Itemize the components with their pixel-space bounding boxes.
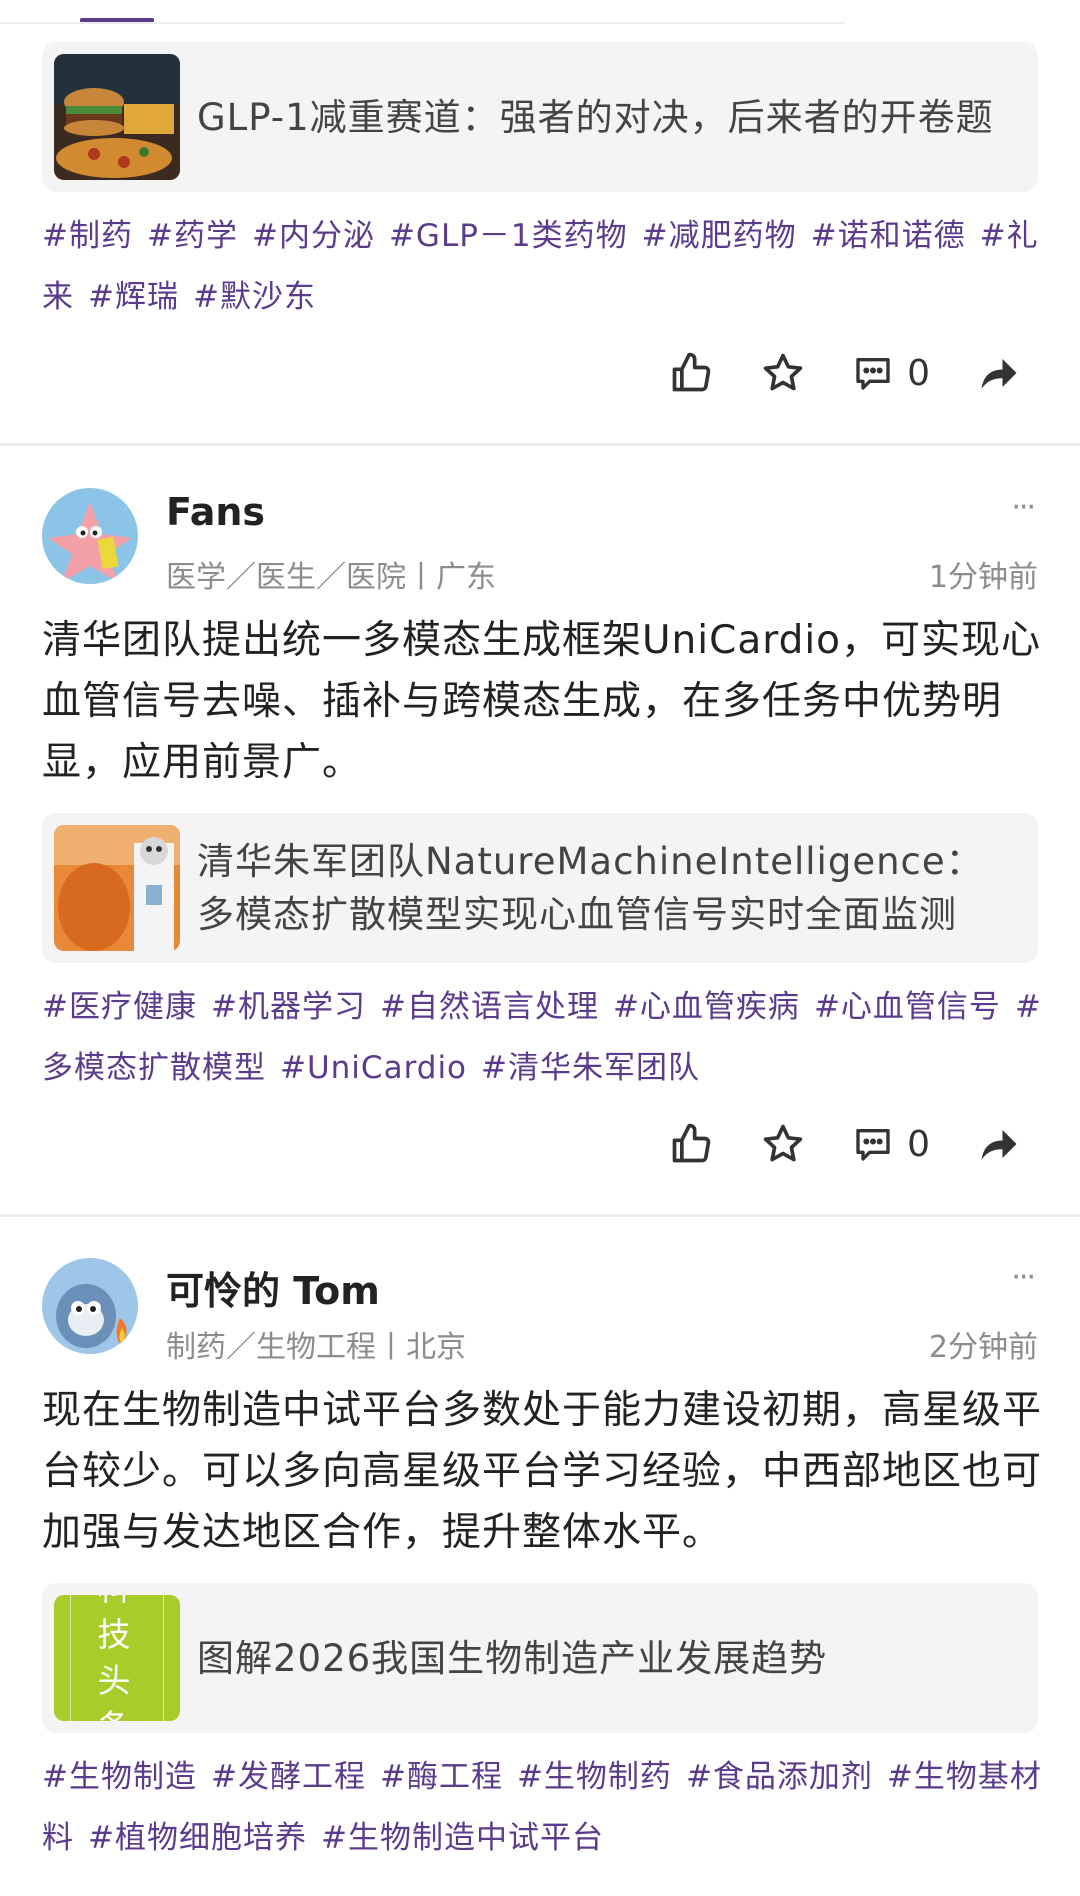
- tag[interactable]: #诺和诺德: [811, 218, 966, 254]
- tag[interactable]: #自然语言处理: [380, 989, 599, 1025]
- share-button[interactable]: [978, 352, 1020, 394]
- tag[interactable]: #生物制药: [517, 1759, 672, 1795]
- tag[interactable]: #生物制造: [42, 1759, 197, 1795]
- comment-count: 0: [907, 352, 930, 394]
- thumbs-up-icon: [672, 1123, 711, 1163]
- tag[interactable]: #心血管疾病: [613, 989, 800, 1025]
- tag[interactable]: #辉瑞: [88, 279, 179, 315]
- tag[interactable]: #减肥药物: [642, 218, 797, 254]
- more-options-icon[interactable]: ···: [1011, 1260, 1036, 1295]
- share-icon: [981, 359, 1017, 389]
- post-divider: [0, 1214, 1080, 1217]
- tag[interactable]: #内分泌: [252, 218, 375, 254]
- tag-list: #生物制造 #发酵工程 #酶工程 #生物制药 #食品添加剂 #生物基材料 #植物细胞培养 #生…: [42, 1747, 1042, 1869]
- comment-button[interactable]: 0: [853, 353, 930, 394]
- article-thumbnail: [54, 825, 180, 951]
- tag-list: #制药 #药学 #内分泌 #GLP－1类药物 #减肥药物 #诺和诺德 #礼来 #辉瑞 #默沙东: [42, 206, 1042, 328]
- post-actions: 0: [621, 343, 1020, 403]
- tag[interactable]: #药学: [147, 218, 238, 254]
- like-button[interactable]: [669, 1122, 713, 1166]
- tag[interactable]: #机器学习: [211, 989, 366, 1025]
- comment-icon: [856, 1129, 890, 1161]
- thumbnail-logo-text: 科 技 头 条: [70, 1595, 164, 1721]
- article-title: 清华朱军团队NatureMachineIntelligence：多模态扩散模型实…: [197, 840, 984, 936]
- tab-bar-divider: [0, 22, 845, 24]
- tag[interactable]: #生物制造中试平台: [321, 1820, 604, 1856]
- tag[interactable]: #清华朱军团队: [481, 1050, 700, 1086]
- author-meta: 制药／生物工程丨北京: [166, 1330, 466, 1365]
- author-meta: 医学／医生／医院丨广东: [166, 560, 496, 595]
- tag[interactable]: #UniCardio: [280, 1050, 467, 1086]
- share-icon: [981, 1130, 1017, 1160]
- tag[interactable]: #心血管信号: [814, 989, 1001, 1025]
- thumbs-up-icon: [672, 352, 711, 392]
- post-divider: [0, 443, 1080, 446]
- comment-count: 0: [907, 1123, 930, 1165]
- author-name[interactable]: 可怜的 Tom: [166, 1260, 380, 1315]
- tag[interactable]: #酶工程: [380, 1759, 503, 1795]
- post-content[interactable]: 清华团队提出统一多模态生成框架UniCardio，可实现心血管信号去噪、插补与跨…: [42, 610, 1042, 793]
- avatar[interactable]: [42, 1258, 138, 1354]
- article-title: 图解2026我国生物制造产业发展趋势: [197, 1636, 828, 1680]
- comment-button[interactable]: 0: [853, 1124, 930, 1165]
- article-thumbnail: [54, 54, 180, 180]
- post-time: 1分钟前: [928, 560, 1038, 595]
- post-time: 2分钟前: [928, 1330, 1038, 1365]
- tag[interactable]: #植物细胞培养: [88, 1820, 307, 1856]
- article-title: GLP-1减重赛道：强者的对决，后来者的开卷题: [197, 95, 994, 139]
- share-button[interactable]: [978, 1123, 1020, 1165]
- like-button[interactable]: [669, 351, 713, 395]
- tag[interactable]: #默沙东: [193, 279, 316, 315]
- comment-icon: [856, 358, 890, 390]
- favorite-button[interactable]: [761, 351, 805, 395]
- tag[interactable]: #发酵工程: [211, 1759, 366, 1795]
- linked-article-card[interactable]: 清华朱军团队NatureMachineIntelligence：多模态扩散模型实…: [42, 813, 1038, 963]
- tag[interactable]: #食品添加剂: [686, 1759, 873, 1795]
- tag-list: #医疗健康 #机器学习 #自然语言处理 #心血管疾病 #心血管信号 #多模态扩散模型 #Un…: [42, 977, 1042, 1099]
- tag[interactable]: #医疗健康: [42, 989, 197, 1025]
- more-options-icon[interactable]: ···: [1011, 490, 1036, 525]
- linked-article-card[interactable]: 科 技 头 条 图解2026我国生物制造产业发展趋势: [42, 1583, 1038, 1733]
- star-icon: [763, 1124, 803, 1162]
- author-name[interactable]: Fans: [166, 490, 265, 534]
- tag[interactable]: #制药: [42, 218, 133, 254]
- article-thumbnail: 科 技 头 条: [54, 1595, 180, 1721]
- avatar[interactable]: [42, 488, 138, 584]
- post-content[interactable]: 现在生物制造中试平台多数处于能力建设初期，高星级平台较少。可以多向高星级平台学习…: [42, 1380, 1042, 1563]
- favorite-button[interactable]: [761, 1122, 805, 1166]
- star-icon: [763, 353, 803, 391]
- tag[interactable]: #GLP－1类药物: [389, 218, 628, 254]
- post-actions: 0: [621, 1114, 1020, 1174]
- linked-article-card[interactable]: GLP-1减重赛道：强者的对决，后来者的开卷题: [42, 42, 1038, 192]
